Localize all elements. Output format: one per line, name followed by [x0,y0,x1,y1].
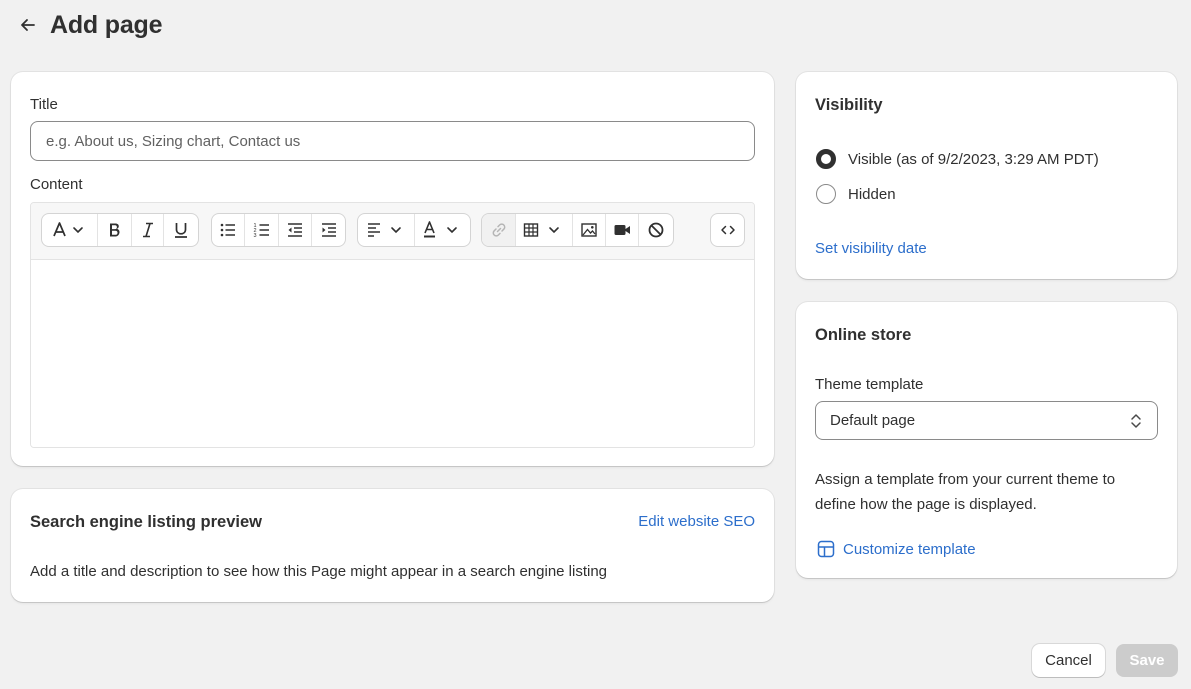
visibility-option-hidden[interactable]: Hidden [816,184,896,204]
page-title: Add page [50,10,163,39]
font-style-icon [52,222,83,237]
code-view-button[interactable] [711,214,744,246]
editor-content-area[interactable] [31,260,754,447]
toolbar-group-code [710,213,745,247]
toolbar-group-align-color [357,213,471,247]
table-button[interactable] [516,214,573,246]
underline-button[interactable] [164,214,198,246]
link-button[interactable] [482,214,516,246]
bold-icon [109,223,120,237]
visible-radio-label: Visible (as of 9/2/2023, 3:29 AM PDT) [848,150,1099,168]
back-button[interactable] [16,13,40,37]
hidden-radio[interactable] [816,184,836,204]
customize-template-link[interactable]: Customize template [817,540,976,558]
image-icon [581,223,597,237]
bullet-list-icon [220,223,235,237]
theme-template-select[interactable]: Default page [815,401,1158,440]
underline-icon [175,223,188,238]
seo-description: Add a title and description to see how t… [30,563,608,580]
code-view-icon [720,225,735,235]
video-icon [614,225,630,235]
title-input[interactable] [30,121,755,161]
seo-preview-card: Search engine listing preview Edit websi… [11,489,774,602]
visibility-option-visible[interactable]: Visible (as of 9/2/2023, 3:29 AM PDT) [816,149,1099,169]
visibility-card: Visibility Visible (as of 9/2/2023, 3:29… [796,72,1177,279]
outdent-icon [288,223,302,237]
cancel-button[interactable]: Cancel [1032,644,1105,677]
outdent-button[interactable] [279,214,312,246]
table-icon [523,223,559,237]
indent-button[interactable] [312,214,345,246]
link-icon [492,223,505,237]
image-button[interactable] [573,214,606,246]
online-store-card: Online store Theme template Default page… [796,302,1177,578]
toolbar-group-lists: 1 2 3 [211,213,346,247]
edit-seo-link[interactable]: Edit website SEO [638,513,755,530]
editor-toolbar: 1 2 3 [31,203,754,260]
bullet-list-button[interactable] [212,214,245,246]
theme-template-value: Default page [830,412,916,429]
online-store-title: Online store [815,326,912,344]
page-header: Add page [16,8,162,42]
hidden-radio-label: Hidden [848,185,896,203]
seo-card-title: Search engine listing preview [30,513,262,531]
italic-icon [142,222,153,238]
video-button[interactable] [606,214,639,246]
select-chevron-icon [1131,413,1141,428]
clear-format-button[interactable] [639,214,673,246]
align-icon [368,223,401,237]
svg-text:3: 3 [253,233,256,239]
save-button[interactable]: Save [1116,644,1178,677]
customize-template-label: Customize template [843,540,976,558]
numbered-list-icon: 1 2 3 [253,223,269,239]
template-help-text: Assign a template from your current them… [815,471,1116,513]
text-color-button[interactable] [415,214,470,246]
indent-icon [321,223,336,237]
visibility-title: Visibility [815,96,883,114]
toolbar-group-text-style [41,213,199,247]
toolbar-group-insert [481,213,674,247]
theme-template-label: Theme template [815,376,924,393]
title-label: Title [30,96,58,113]
bold-button[interactable] [98,214,132,246]
clear-format-icon [648,222,664,238]
content-label: Content [30,176,83,193]
align-button[interactable] [358,214,415,246]
set-visibility-date-link[interactable]: Set visibility date [815,240,927,257]
italic-button[interactable] [132,214,165,246]
font-style-button[interactable] [42,214,99,246]
visible-radio[interactable] [816,149,836,169]
layout-icon [817,540,835,558]
rich-text-editor: 1 2 3 [30,202,755,448]
text-color-icon [423,221,457,238]
page-details-card: Title Content [11,72,774,466]
arrow-left-icon [21,19,35,31]
numbered-list-button[interactable]: 1 2 3 [245,214,279,246]
